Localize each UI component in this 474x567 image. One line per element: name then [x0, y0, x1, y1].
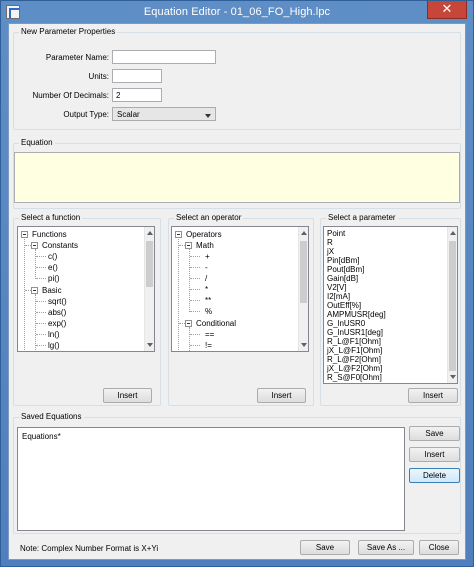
insert-function-button[interactable]: Insert: [103, 388, 152, 403]
tree-node-conditional[interactable]: Conditional: [196, 319, 236, 328]
tree-item-function[interactable]: exp(): [48, 319, 66, 328]
scroll-thumb[interactable]: [146, 241, 153, 287]
collapse-icon[interactable]: [31, 242, 38, 249]
title-bar[interactable]: Equation Editor - 01_06_FO_High.lpc ✕: [1, 1, 473, 23]
operator-scrollbar[interactable]: [298, 227, 308, 351]
collapse-icon[interactable]: [21, 231, 28, 238]
tree-node-constants[interactable]: Constants: [42, 241, 78, 250]
operator-group-label: Select an operator: [174, 213, 244, 222]
tree-item-function[interactable]: c(): [48, 252, 57, 261]
units-label: Units:: [88, 72, 109, 81]
tree-item-operator[interactable]: *: [205, 285, 208, 294]
chevron-down-icon: [205, 114, 211, 118]
scroll-down-icon[interactable]: [450, 375, 456, 379]
list-item[interactable]: R_S@F0[Ohm]: [327, 373, 382, 383]
scroll-up-icon[interactable]: [147, 231, 153, 235]
window-title: Equation Editor - 01_06_FO_High.lpc: [143, 6, 331, 18]
function-group-label: Select a function: [19, 213, 83, 222]
tree-item-function[interactable]: lg(): [48, 341, 60, 350]
save-button[interactable]: Save: [300, 540, 350, 555]
number-of-decimals-input[interactable]: 2: [112, 88, 162, 102]
tree-item-operator[interactable]: -: [205, 263, 208, 272]
tree-item-operator[interactable]: !=: [205, 341, 212, 350]
tree-item-function[interactable]: pi(): [48, 274, 60, 283]
collapse-icon[interactable]: [175, 231, 182, 238]
function-tree[interactable]: Functions Constants c() e() pi() Basic s…: [17, 226, 155, 352]
tree-item-function[interactable]: ln(): [48, 330, 60, 339]
close-window-button[interactable]: ✕: [427, 1, 467, 19]
tree-item-operator[interactable]: **: [205, 296, 211, 305]
tree-item-operator[interactable]: ==: [205, 330, 214, 339]
saved-equations-group-label: Saved Equations: [19, 412, 84, 421]
tree-item-operator[interactable]: %: [205, 307, 212, 316]
saved-equations-list[interactable]: Equations*: [17, 427, 405, 531]
scroll-thumb[interactable]: [449, 241, 456, 371]
list-item[interactable]: Equations*: [22, 432, 61, 442]
tree-item-function[interactable]: e(): [48, 263, 58, 272]
tree-item-operator[interactable]: /: [205, 274, 207, 283]
number-of-decimals-label: Number Of Decimals:: [32, 91, 109, 100]
tree-node-math[interactable]: Math: [196, 241, 214, 250]
collapse-icon[interactable]: [185, 320, 192, 327]
close-button[interactable]: Close: [419, 540, 459, 555]
tree-node-functions[interactable]: Functions: [32, 230, 67, 239]
complex-format-note: Note: Complex Number Format is X+Yi: [20, 544, 159, 553]
scroll-up-icon[interactable]: [450, 231, 456, 235]
units-input[interactable]: [112, 69, 162, 83]
equation-input[interactable]: [14, 152, 460, 203]
insert-parameter-button[interactable]: Insert: [408, 388, 458, 403]
tree-item-operator[interactable]: +: [205, 252, 210, 261]
collapse-icon[interactable]: [185, 242, 192, 249]
new-parameter-group-label: New Parameter Properties: [19, 27, 118, 36]
tree-node-operators[interactable]: Operators: [186, 230, 222, 239]
tree-node-basic[interactable]: Basic: [42, 286, 62, 295]
tree-item-function[interactable]: abs(): [48, 308, 66, 317]
dialog-body: New Parameter Properties Parameter Name:…: [8, 23, 466, 560]
scroll-down-icon[interactable]: [301, 343, 307, 347]
collapse-icon[interactable]: [31, 287, 38, 294]
scroll-thumb[interactable]: [300, 241, 307, 303]
equation-group-label: Equation: [19, 138, 55, 147]
equation-editor-window: Equation Editor - 01_06_FO_High.lpc ✕ Ne…: [0, 0, 474, 567]
insert-operator-button[interactable]: Insert: [257, 388, 306, 403]
parameter-name-label: Parameter Name:: [45, 53, 109, 62]
save-equation-button[interactable]: Save: [409, 426, 460, 441]
scroll-down-icon[interactable]: [147, 343, 153, 347]
output-type-value: Scalar: [117, 110, 140, 119]
output-type-label: Output Type:: [63, 110, 109, 119]
insert-equation-button[interactable]: Insert: [409, 447, 460, 462]
tree-item-function[interactable]: sqrt(): [48, 297, 67, 306]
function-scrollbar[interactable]: [144, 227, 154, 351]
output-type-select[interactable]: Scalar: [112, 107, 216, 121]
scroll-up-icon[interactable]: [301, 231, 307, 235]
parameter-list[interactable]: Point R jX Pin[dBm] Pout[dBm] Gain[dB] V…: [323, 226, 458, 384]
parameter-group-label: Select a parameter: [326, 213, 398, 222]
parameter-scrollbar[interactable]: [447, 227, 457, 383]
operator-tree[interactable]: Operators Math + - / * ** % Conditional …: [171, 226, 309, 352]
delete-equation-button[interactable]: Delete: [409, 468, 460, 483]
parameter-name-input[interactable]: [112, 50, 216, 64]
save-as-button[interactable]: Save As ...: [358, 540, 414, 555]
